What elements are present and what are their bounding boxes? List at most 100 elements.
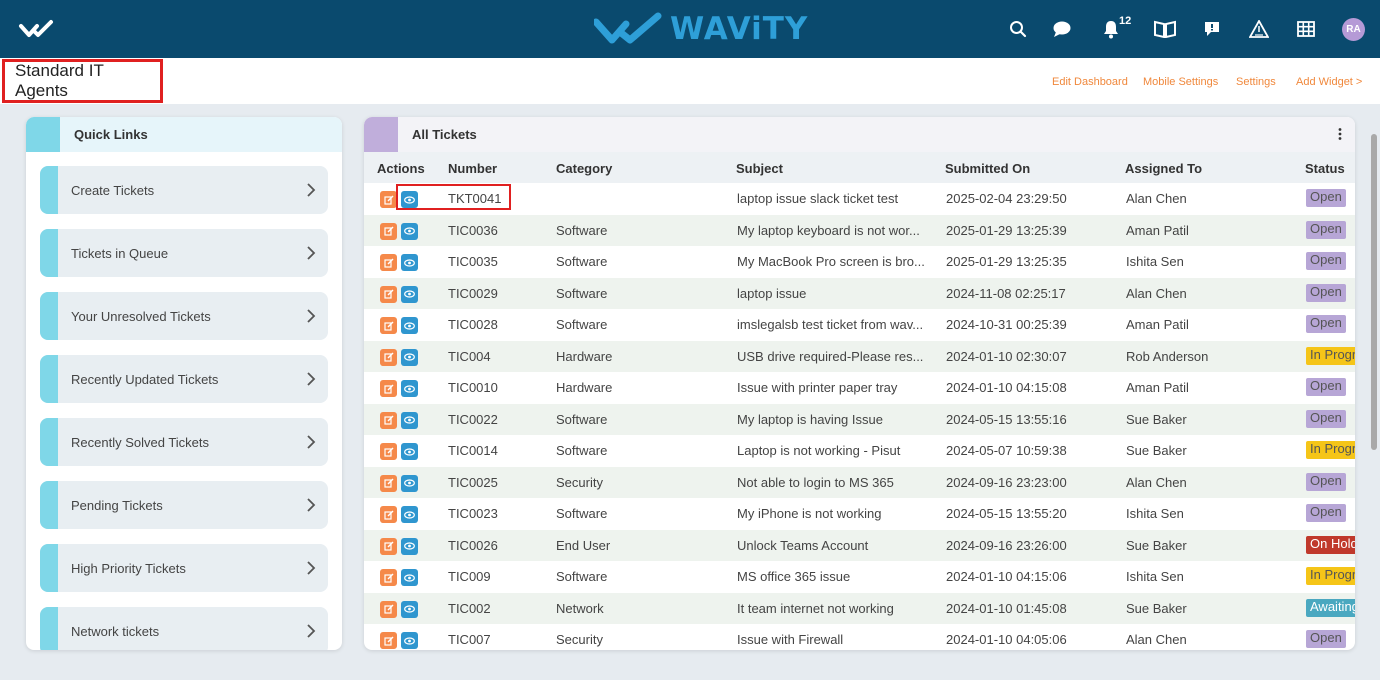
edit-ticket-button[interactable] xyxy=(380,600,397,618)
ticket-number[interactable]: TIC0028 xyxy=(448,317,498,332)
edit-ticket-button[interactable] xyxy=(380,191,397,208)
table-row[interactable]: TIC004 Hardware USB drive required-Please … xyxy=(364,340,1355,372)
table-row[interactable]: TIC0028 Software imslegalsb test ticket fr… xyxy=(364,309,1355,341)
ticket-subject[interactable]: Not able to login to MS 365 xyxy=(737,475,937,490)
column-header-category[interactable]: Category xyxy=(556,161,612,176)
ticket-number[interactable]: TIC0026 xyxy=(448,538,498,553)
edit-ticket-button[interactable] xyxy=(380,506,397,523)
ticket-subject[interactable]: Issue with printer paper tray xyxy=(737,380,937,395)
quick-link-item[interactable]: Recently Solved Tickets xyxy=(40,418,328,466)
edit-ticket-button[interactable] xyxy=(380,222,397,240)
ticket-subject[interactable]: laptop issue slack ticket test xyxy=(737,191,937,206)
ticket-number[interactable]: TIC007 xyxy=(448,632,491,647)
quick-link-item[interactable]: Create Tickets xyxy=(40,166,328,214)
ticket-number[interactable]: TIC0023 xyxy=(448,506,498,521)
column-header-number[interactable]: Number xyxy=(448,161,497,176)
view-ticket-button[interactable] xyxy=(401,222,418,240)
edit-ticket-button[interactable] xyxy=(380,254,397,271)
quick-link-item[interactable]: High Priority Tickets xyxy=(40,544,328,592)
table-row[interactable]: TIC0010 Hardware Issue with printer paper … xyxy=(364,372,1355,404)
edit-ticket-button[interactable] xyxy=(380,537,397,555)
edit-ticket-button[interactable] xyxy=(380,632,397,649)
more-options-icon[interactable] xyxy=(1337,127,1343,141)
quick-link-item[interactable]: Your Unresolved Tickets xyxy=(40,292,328,340)
ticket-number[interactable]: TIC009 xyxy=(448,569,491,584)
table-row[interactable]: TIC0029 Software laptop issue 2024-11-08 02… xyxy=(364,277,1355,309)
table-row[interactable]: TIC007 Security Issue with Firewall 2024-01… xyxy=(364,624,1355,650)
view-ticket-button[interactable] xyxy=(401,537,418,555)
quick-link-item[interactable]: Network tickets xyxy=(40,607,328,650)
grid-icon[interactable] xyxy=(1294,17,1318,41)
table-row[interactable]: TKT0041 laptop issue slack ticket test 202… xyxy=(364,183,1355,215)
ticket-number[interactable]: TIC0025 xyxy=(448,475,498,490)
view-ticket-button[interactable] xyxy=(401,632,418,649)
edit-ticket-button[interactable] xyxy=(380,380,397,397)
quick-link-item[interactable]: Tickets in Queue xyxy=(40,229,328,277)
ticket-number[interactable]: TIC0029 xyxy=(448,286,498,301)
view-ticket-button[interactable] xyxy=(401,317,418,334)
view-ticket-button[interactable] xyxy=(401,285,418,303)
quick-link-item[interactable]: Recently Updated Tickets xyxy=(40,355,328,403)
ticket-subject[interactable]: It team internet not working xyxy=(737,601,937,616)
ticket-number[interactable]: TIC0022 xyxy=(448,412,498,427)
edit-ticket-button[interactable] xyxy=(380,348,397,366)
ticket-subject[interactable]: USB drive required-Please res... xyxy=(737,349,937,364)
quick-link-item[interactable]: Pending Tickets xyxy=(40,481,328,529)
table-row[interactable]: TIC0035 Software My MacBook Pro screen is … xyxy=(364,246,1355,278)
view-ticket-button[interactable] xyxy=(401,191,418,208)
edit-ticket-button[interactable] xyxy=(380,569,397,586)
view-ticket-button[interactable] xyxy=(401,506,418,523)
edit-ticket-button[interactable] xyxy=(380,317,397,334)
column-header-actions[interactable]: Actions xyxy=(377,161,425,176)
ticket-number[interactable]: TIC004 xyxy=(448,349,491,364)
view-ticket-button[interactable] xyxy=(401,600,418,618)
table-row[interactable]: TIC0023 Software My iPhone is not working 2… xyxy=(364,498,1355,530)
ticket-subject[interactable]: My MacBook Pro screen is bro... xyxy=(737,254,937,269)
view-ticket-button[interactable] xyxy=(401,411,418,429)
table-row[interactable]: TIC0025 Security Not able to login to MS 3… xyxy=(364,466,1355,498)
ticket-number[interactable]: TIC0010 xyxy=(448,380,498,395)
message-icon[interactable] xyxy=(1200,17,1224,41)
ticket-subject[interactable]: My iPhone is not working xyxy=(737,506,937,521)
page-scrollbar[interactable] xyxy=(1368,120,1380,650)
ticket-subject[interactable]: Laptop is not working - Pisut xyxy=(737,443,937,458)
chat-icon[interactable] xyxy=(1050,17,1074,41)
ticket-number[interactable]: TIC002 xyxy=(448,601,491,616)
table-row[interactable]: TIC0036 Software My laptop keyboard is not… xyxy=(364,214,1355,246)
table-row[interactable]: TIC0022 Software My laptop is having Issue… xyxy=(364,403,1355,435)
ticket-number[interactable]: TKT0041 xyxy=(448,191,501,206)
ticket-subject[interactable]: imslegalsb test ticket from wav... xyxy=(737,317,937,332)
view-ticket-button[interactable] xyxy=(401,569,418,586)
view-ticket-button[interactable] xyxy=(401,474,418,492)
column-header-assigned-to[interactable]: Assigned To xyxy=(1125,161,1202,176)
settings-link[interactable]: Settings xyxy=(1236,76,1276,88)
edit-ticket-button[interactable] xyxy=(380,474,397,492)
book-icon[interactable] xyxy=(1153,17,1177,41)
table-row[interactable]: TIC0014 Software Laptop is not working - P… xyxy=(364,435,1355,467)
ticket-number[interactable]: TIC0035 xyxy=(448,254,498,269)
mobile-settings-link[interactable]: Mobile Settings xyxy=(1143,76,1218,88)
add-widget-link[interactable]: Add Widget > xyxy=(1296,76,1362,88)
edit-dashboard-link[interactable]: Edit Dashboard xyxy=(1052,76,1128,88)
avatar[interactable]: RA xyxy=(1342,18,1365,41)
search-icon[interactable] xyxy=(1006,17,1030,41)
ticket-number[interactable]: TIC0014 xyxy=(448,443,498,458)
ticket-subject[interactable]: Unlock Teams Account xyxy=(737,538,937,553)
view-ticket-button[interactable] xyxy=(401,254,418,271)
column-header-status[interactable]: Status xyxy=(1305,161,1345,176)
scrollbar-thumb[interactable] xyxy=(1371,134,1377,450)
table-row[interactable]: TIC009 Software MS office 365 issue 2024-01… xyxy=(364,561,1355,593)
column-header-subject[interactable]: Subject xyxy=(736,161,783,176)
column-header-submitted-on[interactable]: Submitted On xyxy=(945,161,1030,176)
menu-logo-icon[interactable] xyxy=(18,17,58,41)
edit-ticket-button[interactable] xyxy=(380,443,397,460)
ticket-subject[interactable]: MS office 365 issue xyxy=(737,569,937,584)
table-row[interactable]: TIC002 Network It team internet not workin… xyxy=(364,592,1355,624)
edit-ticket-button[interactable] xyxy=(380,285,397,303)
brand-logo[interactable]: WAViTY xyxy=(594,10,808,48)
view-ticket-button[interactable] xyxy=(401,443,418,460)
ticket-subject[interactable]: Issue with Firewall xyxy=(737,632,937,647)
view-ticket-button[interactable] xyxy=(401,348,418,366)
alert-icon[interactable] xyxy=(1247,17,1271,41)
table-row[interactable]: TIC0026 End User Unlock Teams Account 2024-… xyxy=(364,529,1355,561)
